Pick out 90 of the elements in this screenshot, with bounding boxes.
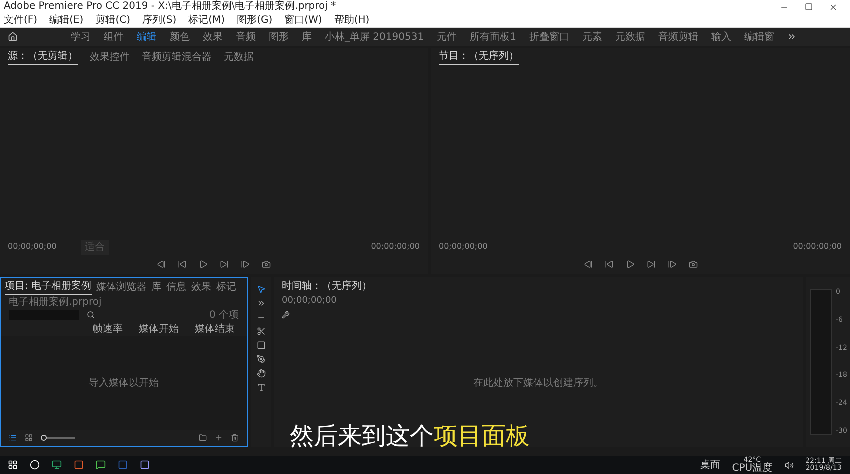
tool-icon[interactable] <box>256 369 266 378</box>
workspace-tab[interactable]: 元数据 <box>615 30 646 44</box>
sensor-label: CPU温度 <box>732 464 773 474</box>
close-icon[interactable] <box>829 2 838 12</box>
project-file-name: 电子相册案例.prproj <box>9 296 102 310</box>
slider-thumb[interactable] <box>41 435 48 441</box>
workspace-tab[interactable]: 小林_单屏 20190531 <box>325 30 424 44</box>
transport-icon[interactable] <box>157 260 166 268</box>
wrench-icon[interactable] <box>282 310 290 318</box>
app-icon[interactable] <box>52 460 62 470</box>
workspace-tab[interactable]: 库 <box>302 30 312 44</box>
toolbar-label[interactable]: 桌面 <box>700 458 720 472</box>
workspace-tab[interactable]: 折叠窗口 <box>529 30 570 44</box>
app-icon[interactable] <box>140 460 150 470</box>
menu-item[interactable]: 文件(F) <box>4 16 38 26</box>
column-header[interactable]: 媒体开始 <box>139 322 179 336</box>
tool-icon[interactable] <box>256 383 266 392</box>
folder-icon[interactable] <box>199 434 207 442</box>
tool-icon[interactable] <box>256 299 266 308</box>
panel-tab[interactable]: 元数据 <box>224 50 254 64</box>
panel-tab[interactable]: 节目：（无序列） <box>439 49 519 65</box>
workspace-tab[interactable]: 编辑 <box>137 30 157 44</box>
panel-tab[interactable]: 库 <box>152 280 162 294</box>
window-title: Adobe Premiere Pro CC 2019 - X:\电子相册案例\电子相册案例.prproj * <box>4 2 338 12</box>
workspace-tab[interactable]: 图形 <box>269 30 289 44</box>
panel-tab[interactable]: 项目: 电子相册案例 <box>5 279 92 295</box>
transport-icon[interactable] <box>262 260 271 268</box>
search-icon[interactable] <box>87 311 95 319</box>
panel-tab[interactable]: 效果控件 <box>90 50 130 64</box>
transport-icon[interactable] <box>241 260 250 268</box>
maximize-icon[interactable] <box>805 3 813 11</box>
panel-tab[interactable]: 效果 <box>192 280 212 294</box>
workspace-tab[interactable]: 效果 <box>203 30 223 44</box>
workspace-tab[interactable]: 音频 <box>236 30 256 44</box>
more-icon[interactable] <box>787 32 798 42</box>
panel-tab[interactable]: 时间轴：（无序列） <box>282 278 372 294</box>
transport-icon[interactable] <box>178 260 187 268</box>
icon-view-icon[interactable] <box>25 434 33 442</box>
workspace-tab[interactable]: 元素 <box>582 30 602 44</box>
transport-icon[interactable] <box>199 260 208 268</box>
column-header[interactable]: 媒体结束 <box>195 322 235 336</box>
column-header[interactable]: 帧速率 <box>93 322 123 336</box>
workspace-tab[interactable]: 所有面板1 <box>470 30 516 44</box>
timecode: 00;00;00;00 <box>793 241 842 253</box>
empty-message: 在此处放下媒体以创建序列。 <box>474 376 604 390</box>
menu-item[interactable]: 窗口(W) <box>284 16 322 26</box>
panel-tab[interactable]: 音频剪辑混合器 <box>142 50 212 64</box>
workspace-tab[interactable]: 学习 <box>71 30 91 44</box>
timecode: 00;00;00;00 <box>439 241 488 253</box>
transport-icon[interactable] <box>646 260 656 268</box>
transport-icon[interactable] <box>668 260 676 268</box>
workspace-tab[interactable]: 颜色 <box>170 30 190 44</box>
workspace-tab[interactable]: 元件 <box>437 30 458 44</box>
timecode: 00;00;00;00 <box>371 241 420 253</box>
menu-item[interactable]: 图形(G) <box>237 16 273 26</box>
transport-icon[interactable] <box>220 260 229 268</box>
timecode: 00;00;00;00 <box>281 295 338 308</box>
panel-tab[interactable]: 信息 <box>166 280 187 294</box>
menu-item[interactable]: 标记(M) <box>188 16 226 26</box>
volume-icon[interactable] <box>784 460 794 470</box>
panel-tab[interactable]: 媒体浏览器 <box>96 280 147 294</box>
item-count: 0 个项 <box>209 308 239 322</box>
tool-icon[interactable] <box>256 355 266 364</box>
empty-message: 导入媒体以开始 <box>89 376 159 390</box>
timecode: 00;00;00;00 <box>8 241 57 253</box>
list-view-icon[interactable] <box>9 434 17 442</box>
transport-icon[interactable] <box>688 260 698 268</box>
panel-tab[interactable]: 源：（无剪辑） <box>8 49 78 65</box>
tool-icon[interactable] <box>256 327 266 336</box>
menu-item[interactable]: 剪辑(C) <box>96 16 130 26</box>
menu-item[interactable]: 编辑(E) <box>50 16 84 26</box>
workspace-tab[interactable]: 输入 <box>711 30 732 44</box>
transport-icon[interactable] <box>604 260 614 268</box>
new-item-icon[interactable] <box>215 434 223 442</box>
tool-icon[interactable] <box>256 341 266 350</box>
trash-icon[interactable] <box>231 434 239 442</box>
start-icon[interactable] <box>8 460 18 470</box>
home-icon[interactable] <box>8 32 18 42</box>
app-icon[interactable] <box>96 460 106 470</box>
menu-item[interactable]: 帮助(H) <box>334 16 370 26</box>
subtitle: 然后来到这个项目面板 <box>290 421 530 452</box>
panel-tab[interactable]: 标记 <box>216 280 237 294</box>
workspace-tab[interactable]: 音频剪辑 <box>658 30 698 44</box>
workspace-tab[interactable]: 编辑窗 <box>744 30 774 44</box>
menu-item[interactable]: 序列(S) <box>142 16 177 26</box>
app-icon[interactable] <box>74 460 84 470</box>
transport-icon[interactable] <box>584 260 592 268</box>
transport-icon[interactable] <box>626 260 634 268</box>
workspace-tab[interactable]: 组件 <box>104 30 124 44</box>
tool-icon[interactable] <box>256 285 266 294</box>
